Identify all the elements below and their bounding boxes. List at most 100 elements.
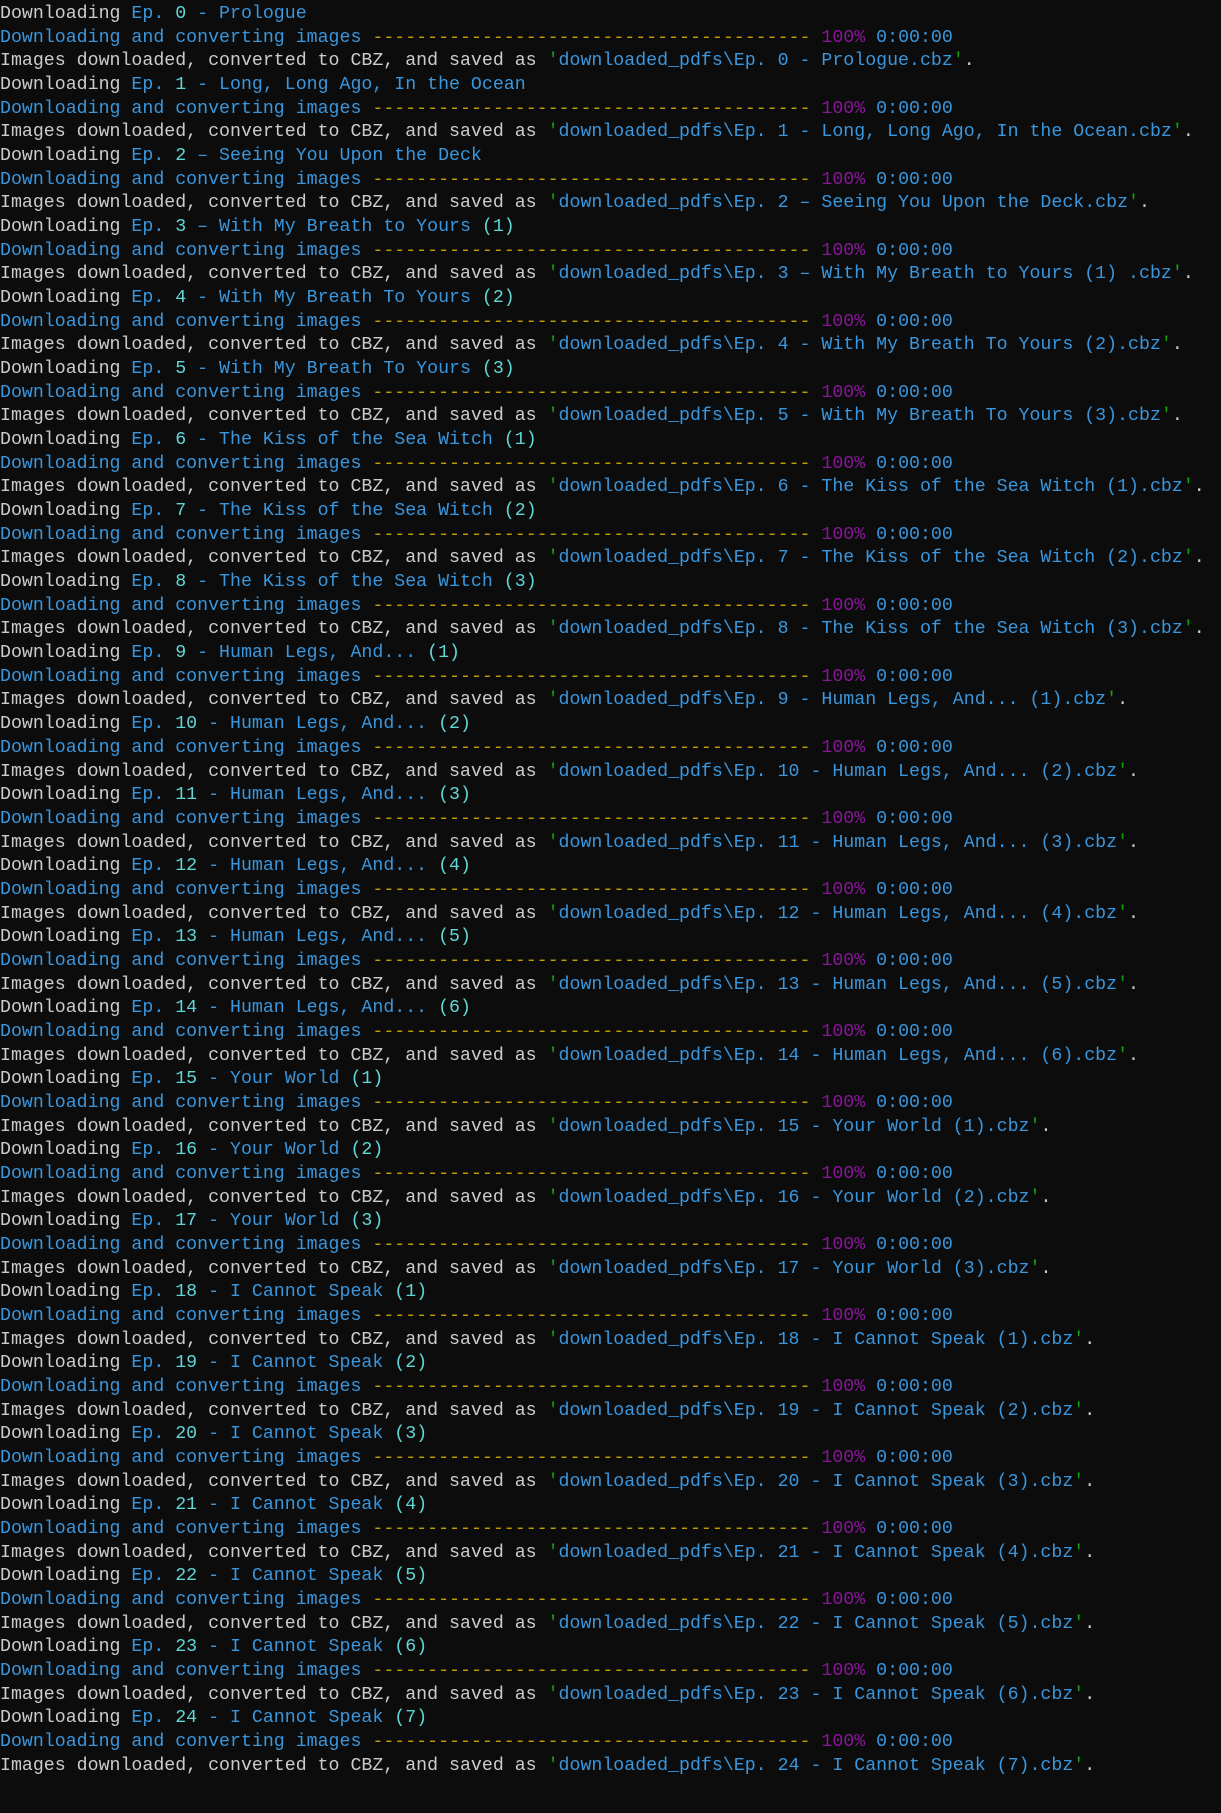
progress-percent: 100%	[821, 1092, 866, 1113]
progress-percent: 100%	[821, 1305, 866, 1326]
period: .	[1084, 1471, 1096, 1492]
progress-label: Downloading and converting images	[0, 879, 373, 900]
downloading-label: Downloading	[0, 359, 132, 380]
saved-message: Images downloaded, converted to CBZ, and…	[0, 690, 548, 711]
episode-title-number: 23	[175, 1637, 198, 1658]
episode-title-number: (	[350, 1211, 362, 1232]
episode-title-number: )	[372, 1069, 384, 1090]
progress-line: Downloading and converting images ------…	[0, 808, 1205, 832]
period: .	[1040, 1187, 1052, 1208]
quote-mark: '	[1117, 974, 1129, 995]
downloading-label: Downloading	[0, 714, 132, 735]
progress-bar: ----------------------------------------	[372, 1092, 811, 1113]
episode-title: - Human Legs, And...	[197, 785, 439, 806]
progress-elapsed-time: 0:00:00	[876, 240, 953, 261]
progress-bar: ----------------------------------------	[372, 1661, 811, 1682]
episode-title-number: (	[438, 714, 450, 735]
progress-bar: ----------------------------------------	[372, 382, 811, 403]
quote-mark: '	[1073, 1542, 1085, 1563]
episode-title-number: )	[372, 1140, 384, 1161]
period: .	[1040, 1116, 1052, 1137]
quote-mark: '	[1073, 1755, 1085, 1776]
downloading-line: Downloading Ep. 4 - With My Breath To Yo…	[0, 287, 1205, 311]
progress-line: Downloading and converting images ------…	[0, 524, 1205, 548]
progress-bar: ----------------------------------------	[372, 524, 811, 545]
saved-file-path: downloaded_pdfs\Ep. 21 - I Cannot Speak …	[558, 1542, 1074, 1563]
downloading-label: Downloading	[0, 217, 132, 238]
saved-line: Images downloaded, converted to CBZ, and…	[0, 761, 1205, 785]
saved-file-path: downloaded_pdfs\Ep. 6 - The Kiss of the …	[558, 477, 1183, 498]
episode-title: Ep.	[131, 217, 176, 238]
downloading-label: Downloading	[0, 1140, 132, 1161]
quote-mark: '	[1128, 193, 1139, 214]
period: .	[1128, 761, 1139, 782]
quote-mark: '	[547, 51, 559, 72]
quote-mark: '	[1117, 903, 1129, 924]
downloading-line: Downloading Ep. 12 - Human Legs, And... …	[0, 855, 1205, 879]
progress-bar: ----------------------------------------	[372, 737, 811, 758]
progress-bar: ----------------------------------------	[372, 950, 811, 971]
saved-message: Images downloaded, converted to CBZ, and…	[0, 1400, 548, 1421]
downloading-line: Downloading Ep. 3 – With My Breath to Yo…	[0, 216, 1205, 240]
episode-title: – Seeing You Upon the Deck	[186, 146, 482, 167]
saved-message: Images downloaded, converted to CBZ, and…	[0, 903, 548, 924]
quote-mark: '	[547, 548, 559, 569]
period: .	[1084, 1613, 1096, 1634]
quote-mark: '	[547, 974, 559, 995]
episode-title-number: 4	[449, 856, 460, 877]
episode-title-number: 3	[449, 785, 460, 806]
progress-bar: ----------------------------------------	[372, 453, 811, 474]
episode-title-number: )	[449, 643, 460, 664]
episode-title-number: 7	[175, 501, 187, 522]
episode-title: Ep.	[131, 359, 176, 380]
progress-elapsed-time: 0:00:00	[876, 737, 953, 758]
progress-line: Downloading and converting images ------…	[0, 1589, 1205, 1613]
progress-line: Downloading and converting images ------…	[0, 595, 1205, 619]
quote-mark: '	[952, 51, 964, 72]
progress-line: Downloading and converting images ------…	[0, 1518, 1205, 1542]
episode-title: – With My Breath to Yours	[186, 217, 482, 238]
episode-title: Ep.	[131, 1708, 176, 1729]
progress-label: Downloading and converting images	[0, 382, 373, 403]
progress-line: Downloading and converting images ------…	[0, 27, 1205, 51]
downloading-label: Downloading	[0, 856, 132, 877]
downloading-label: Downloading	[0, 501, 132, 522]
downloading-label: Downloading	[0, 4, 132, 24]
saved-message: Images downloaded, converted to CBZ, and…	[0, 335, 548, 356]
saved-line: Images downloaded, converted to CBZ, and…	[0, 1542, 1205, 1566]
saved-file-path: downloaded_pdfs\Ep. 15 - Your World (1).…	[558, 1116, 1030, 1137]
downloading-label: Downloading	[0, 1708, 132, 1729]
episode-title-number: 2	[492, 288, 504, 309]
episode-title-number: )	[460, 998, 471, 1019]
terminal-output[interactable]: Downloading Ep. 0 - Prologue Downloading …	[0, 3, 1205, 1778]
episode-title: - The Kiss of the Sea Witch	[186, 430, 504, 451]
saved-message: Images downloaded, converted to CBZ, and…	[0, 477, 548, 498]
saved-line: Images downloaded, converted to CBZ, and…	[0, 547, 1205, 571]
saved-message: Images downloaded, converted to CBZ, and…	[0, 832, 548, 853]
episode-title-number: 1	[438, 643, 450, 664]
saved-line: Images downloaded, converted to CBZ, and…	[0, 121, 1205, 145]
progress-percent: 100%	[821, 595, 866, 616]
progress-bar: ----------------------------------------	[372, 595, 811, 616]
saved-line: Images downloaded, converted to CBZ, and…	[0, 1684, 1205, 1708]
progress-label: Downloading and converting images	[0, 1092, 373, 1113]
saved-file-path: downloaded_pdfs\Ep. 11 - Human Legs, And…	[558, 832, 1118, 853]
episode-title-number: 0	[175, 4, 187, 24]
progress-line: Downloading and converting images ------…	[0, 169, 1205, 193]
quote-mark: '	[547, 193, 559, 214]
quote-mark: '	[1073, 1329, 1085, 1350]
progress-bar: ----------------------------------------	[372, 1376, 811, 1397]
episode-title: - Long, Long Ago, In the Ocean	[186, 75, 526, 96]
downloading-line: Downloading Ep. 20 - I Cannot Speak (3)	[0, 1423, 1205, 1447]
progress-line: Downloading and converting images ------…	[0, 453, 1205, 477]
period: .	[1084, 1542, 1096, 1563]
